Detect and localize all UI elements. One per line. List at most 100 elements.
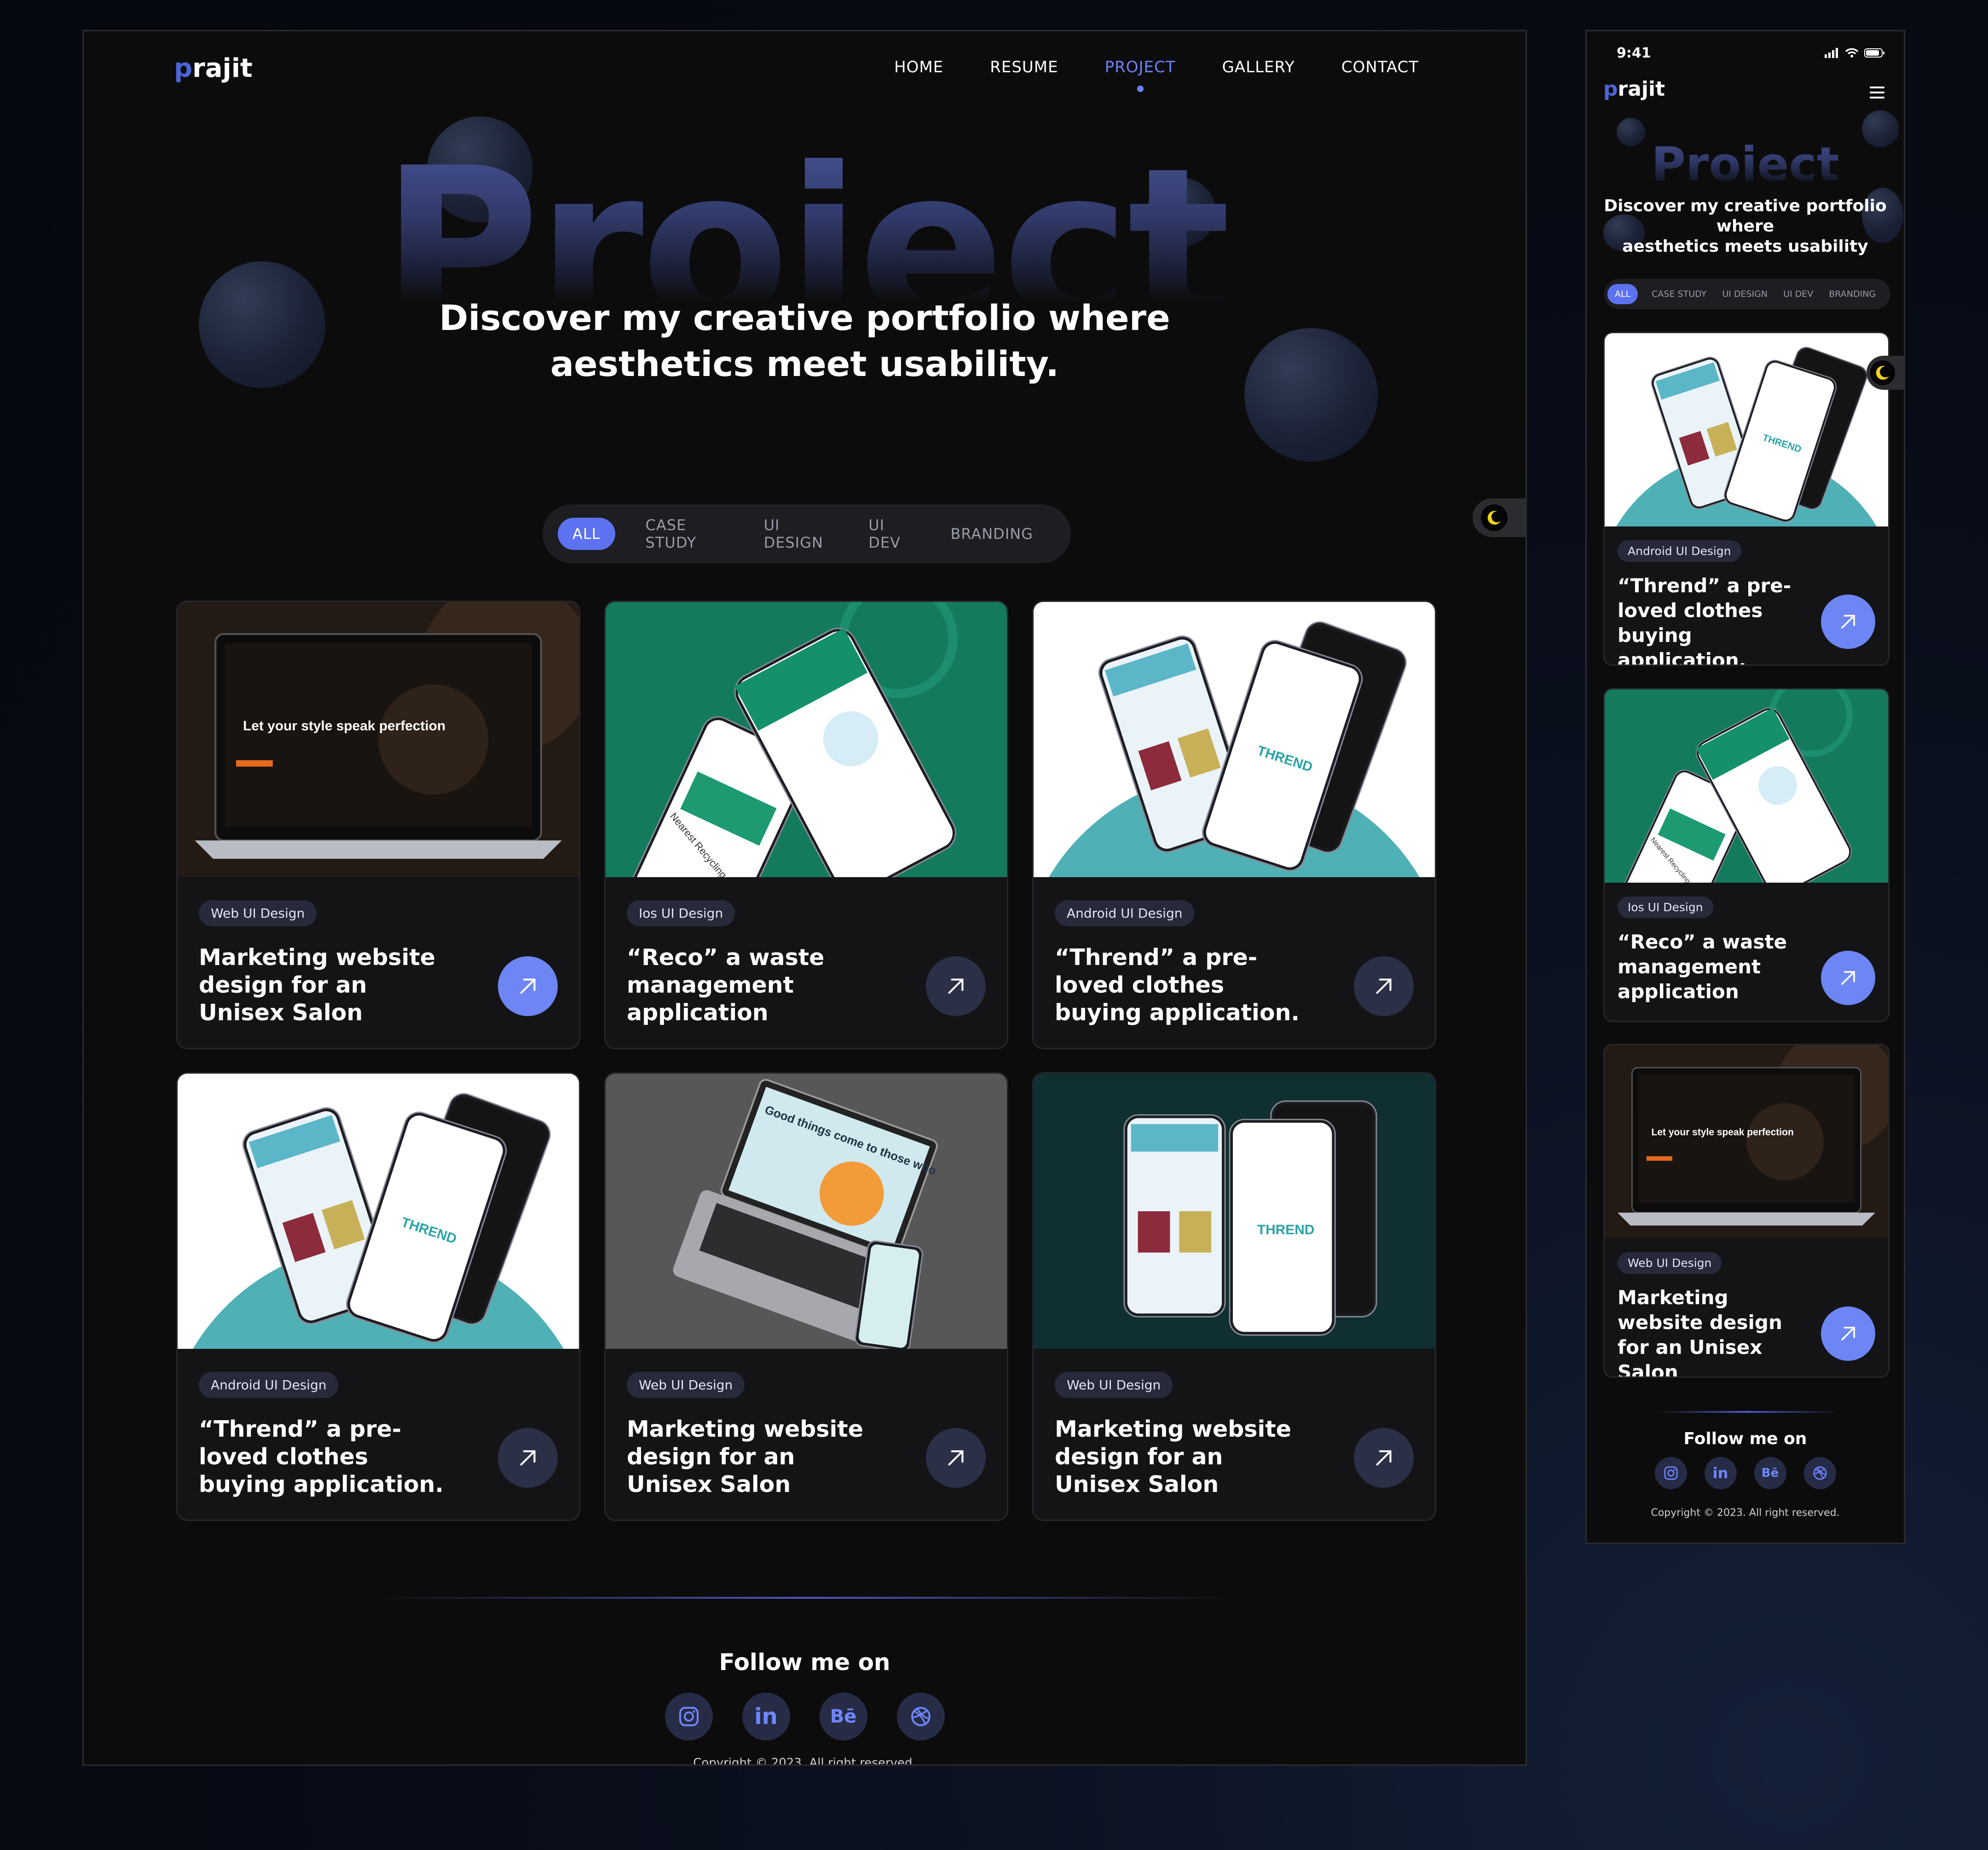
filter-case-study[interactable]: CASE STUDY <box>646 516 726 551</box>
menu-icon[interactable] <box>1870 87 1884 102</box>
project-tag: Android UI Design <box>1055 900 1195 926</box>
arrow-up-right-icon <box>520 978 536 994</box>
hero-subtitle-line: aesthetics meets usability <box>1622 237 1868 256</box>
arrow-up-right-icon <box>1841 971 1855 985</box>
theme-toggle[interactable] <box>1473 498 1526 537</box>
brand-logo[interactable]: p rajit <box>1603 77 1665 101</box>
filter-ui-design[interactable]: UI DESIGN <box>1722 289 1768 299</box>
project-card[interactable]: Good things come to those who Web UI Des… <box>604 1072 1008 1521</box>
project-card[interactable]: THREND Android UI Design “Thrend” a pre-… <box>1603 332 1890 666</box>
brand-logo-letter: p <box>1603 77 1618 101</box>
project-thumbnail: THREND <box>1034 602 1435 877</box>
behance-icon[interactable]: Bē <box>1754 1457 1786 1489</box>
battery-icon <box>1864 48 1884 58</box>
footer-divider <box>374 1597 1239 1599</box>
project-title: Marketing website design for an Unisex S… <box>199 944 435 1026</box>
project-title: Marketing website design for an Unisex S… <box>1618 1286 1782 1378</box>
project-card[interactable]: Let your style speak perfection Web UI D… <box>176 601 580 1049</box>
open-project-button[interactable] <box>1821 595 1875 649</box>
filter-ui-design[interactable]: UI DESIGN <box>764 516 831 551</box>
brand-logo-text: rajit <box>1618 77 1665 101</box>
moon-icon <box>1870 360 1895 385</box>
project-title: “Thrend” a pre-loved clothes buying appl… <box>1618 574 1792 666</box>
project-tag: Ios UI Design <box>1618 896 1713 918</box>
top-nav: HOME RESUME PROJECT GALLERY CONTACT <box>894 58 1419 92</box>
project-title: Marketing website design for an Unisex S… <box>1055 1416 1291 1497</box>
project-thumbnail: Let your style speak perfection <box>178 602 579 877</box>
filter-ui-dev[interactable]: UI DEV <box>868 516 913 551</box>
dribbble-icon[interactable] <box>896 1693 945 1740</box>
arrow-up-right-icon <box>948 1450 964 1466</box>
hero-subtitle: Discover my creative portfolio where aes… <box>84 295 1526 387</box>
nav-contact[interactable]: CONTACT <box>1341 58 1419 76</box>
desktop-frame: p rajit HOME RESUME PROJECT GALLERY CONTA… <box>82 30 1527 1766</box>
project-card[interactable]: THREND Android UI Design “Thrend” a pre-… <box>176 1072 580 1521</box>
svg-text:Let your style speak perfectio: Let your style speak perfection <box>243 718 445 734</box>
filter-all[interactable]: ALL <box>558 518 615 550</box>
arrow-up-right-icon <box>948 978 964 994</box>
open-project-button[interactable] <box>1354 956 1414 1016</box>
project-tag: Web UI Design <box>1618 1252 1722 1274</box>
linkedin-icon[interactable]: in <box>742 1693 790 1740</box>
behance-icon[interactable]: Bē <box>819 1693 867 1740</box>
filter-bar: ALL CASE STUDY UI DESIGN UI DEV BRANDING <box>543 504 1071 563</box>
nav-resume[interactable]: RESUME <box>990 58 1058 76</box>
project-card[interactable]: Nearest Recycling Shop Ios UI Design “Re… <box>1603 688 1890 1022</box>
open-project-button[interactable] <box>1821 1307 1875 1361</box>
dribbble-icon[interactable] <box>1803 1457 1836 1489</box>
hero-subtitle-line: Discover my creative portfolio where <box>1604 197 1887 236</box>
instagram-icon[interactable] <box>1654 1457 1687 1489</box>
filter-bar: ALL CASE STUDY UI DESIGN UI DEV BRANDING <box>1604 279 1890 309</box>
open-project-button[interactable] <box>498 956 558 1016</box>
theme-toggle[interactable] <box>1867 356 1904 390</box>
brand-logo[interactable]: p rajit <box>174 53 253 83</box>
social-links: in Bē <box>84 1693 1526 1740</box>
follow-heading: Follow me on <box>719 1649 890 1676</box>
filter-branding[interactable]: BRANDING <box>1829 289 1876 299</box>
project-title: “Reco” a waste management application <box>1618 931 1787 1003</box>
project-thumbnail: THREND <box>1034 1074 1435 1349</box>
project-thumbnail: Nearest Recycling Shop <box>606 602 1007 877</box>
moon-icon <box>1481 504 1508 531</box>
svg-text:THREND: THREND <box>1257 1222 1315 1237</box>
copyright: Copyright © 2023. All right reserved. <box>693 1756 916 1766</box>
project-card[interactable]: Let your style speak perfection Web UI D… <box>1603 1044 1890 1378</box>
project-card[interactable]: THREND Android UI Design “Thrend” a pre-… <box>1032 601 1436 1049</box>
copyright: Copyright © 2023. All right reserved. <box>1651 1507 1840 1519</box>
open-project-button[interactable] <box>926 956 986 1016</box>
brand-logo-text: rajit <box>192 53 253 83</box>
open-project-button[interactable] <box>926 1428 986 1488</box>
linkedin-icon[interactable]: in <box>1704 1457 1737 1489</box>
project-tag: Android UI Design <box>1618 540 1741 562</box>
filter-all[interactable]: ALL <box>1607 284 1638 304</box>
nav-home[interactable]: HOME <box>894 58 943 76</box>
project-thumbnail: THREND <box>178 1074 579 1349</box>
nav-gallery[interactable]: GALLERY <box>1222 58 1295 76</box>
open-project-button[interactable] <box>1821 951 1875 1005</box>
social-links: in Bē <box>1587 1457 1904 1489</box>
open-project-button[interactable] <box>498 1428 558 1488</box>
project-tag: Ios UI Design <box>627 900 735 926</box>
project-card[interactable]: Nearest Recycling Shop Ios UI Design “Re… <box>604 601 1008 1049</box>
follow-heading: Follow me on <box>1683 1429 1807 1448</box>
filter-branding[interactable]: BRANDING <box>950 525 1033 543</box>
status-icons <box>1825 48 1885 58</box>
hero-subtitle: Discover my creative portfolio where aes… <box>1587 196 1904 257</box>
project-card[interactable]: THREND Web UI Design Marketing website d… <box>1032 1072 1436 1521</box>
arrow-up-right-icon <box>1841 615 1855 629</box>
hero-subtitle-line: aesthetics meet usability. <box>550 343 1059 384</box>
project-tag: Web UI Design <box>627 1372 745 1398</box>
nav-project[interactable]: PROJECT <box>1105 58 1176 92</box>
filter-ui-dev[interactable]: UI DEV <box>1783 289 1813 299</box>
instagram-icon[interactable] <box>665 1693 713 1740</box>
footer-divider <box>1656 1411 1840 1413</box>
filter-case-study[interactable]: CASE STUDY <box>1652 289 1706 299</box>
arrow-up-right-icon <box>520 1450 536 1466</box>
project-tag: Web UI Design <box>1055 1372 1173 1398</box>
project-thumbnail: Let your style speak perfection <box>1605 1045 1888 1238</box>
project-title: “Reco” a waste management application <box>627 944 825 1026</box>
status-time: 9:41 <box>1617 45 1651 61</box>
open-project-button[interactable] <box>1354 1428 1414 1488</box>
hero-title: Project <box>84 146 1526 303</box>
project-title: “Thrend” a pre-loved clothes buying appl… <box>199 1416 444 1497</box>
